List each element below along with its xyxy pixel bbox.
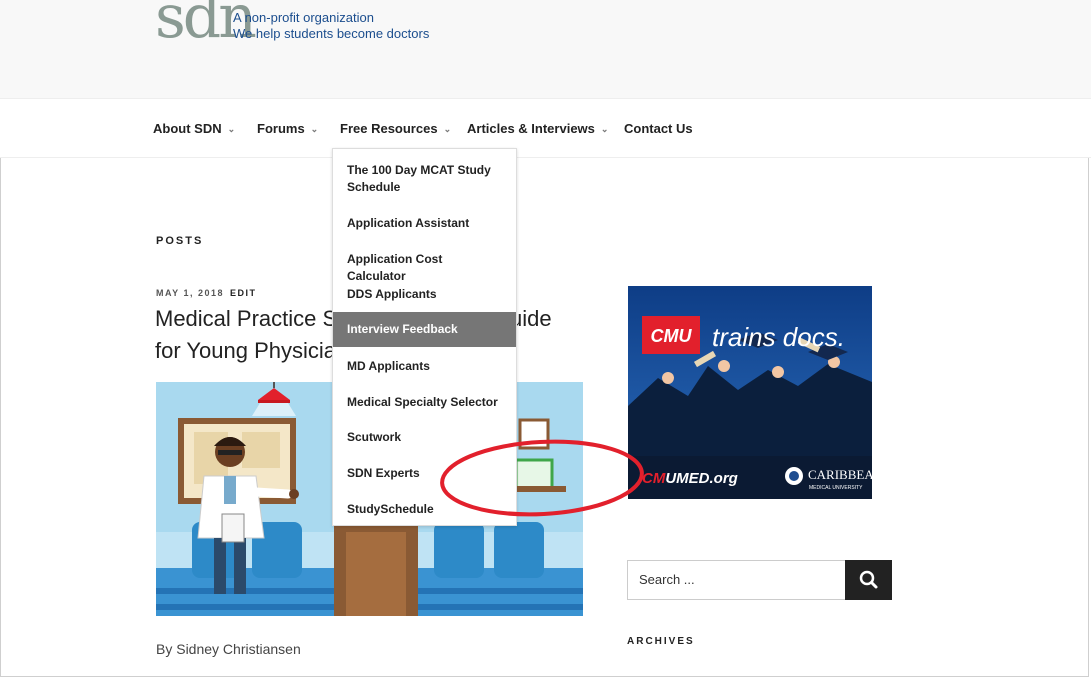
nav-label: Articles & Interviews [467, 121, 595, 136]
search-input[interactable]: Search ... [639, 572, 695, 587]
nav-item-about-sdn[interactable]: About SDN ⌄ [153, 121, 235, 136]
nav-item-contact-us[interactable]: Contact Us [624, 121, 693, 136]
search-icon [859, 570, 878, 589]
tagline-line-1: A non-profit organization [233, 10, 374, 25]
dropdown-item-md-applicants[interactable]: MD Applicants [333, 358, 516, 375]
nav-item-forums[interactable]: Forums ⌄ [257, 121, 318, 136]
post-date[interactable]: MAY 1, 2018 [156, 288, 224, 298]
dropdown-item-medical-specialty-selector[interactable]: Medical Specialty Selector [333, 394, 516, 411]
free-resources-dropdown: The 100 Day MCAT Study Schedule Applicat… [332, 148, 517, 526]
section-label-posts: POSTS [156, 235, 204, 247]
ad-badge-text: CMU [651, 326, 693, 346]
ad-slogan-text: trains docs. [712, 322, 845, 352]
dropdown-item-application-assistant[interactable]: Application Assistant [333, 215, 516, 232]
ad-brand-text: CARIBBEAN [808, 467, 872, 482]
nav-label: Forums [257, 121, 305, 136]
post-title-segment: Medical Practice S [155, 306, 338, 331]
nav-label: Free Resources [340, 121, 438, 136]
dropdown-item-mcat-study-schedule[interactable]: The 100 Day MCAT Study Schedule [333, 162, 516, 196]
nav-label: About SDN [153, 121, 222, 136]
ad-url-text: CMUMED.org [642, 470, 738, 487]
dropdown-item-dds-applicants[interactable]: DDS Applicants [333, 286, 516, 303]
chevron-down-icon: ⌄ [443, 124, 452, 134]
nav-item-free-resources[interactable]: Free Resources ⌄ [340, 121, 451, 136]
dropdown-item-application-cost-calculator[interactable]: Application Cost Calculator [333, 251, 516, 285]
chevron-down-icon: ⌄ [310, 124, 319, 134]
site-tagline: A non-profit organization We help studen… [233, 10, 429, 42]
chevron-down-icon: ⌄ [227, 124, 236, 134]
main-navigation: About SDN ⌄ Forums ⌄ Free Resources ⌄ Artic… [0, 99, 1091, 158]
nav-item-articles-interviews[interactable]: Articles & Interviews ⌄ [467, 121, 608, 136]
post-edit-link[interactable]: EDIT [230, 288, 257, 298]
post-meta: MAY 1, 2018 EDIT [156, 288, 257, 298]
tagline-line-2: We help students become doctors [233, 26, 430, 41]
site-logo[interactable]: sdn A non-profit organization We help st… [155, 0, 475, 60]
ad-brand-subtext: MEDICAL UNIVERSITY [809, 485, 863, 491]
nav-label: Contact Us [624, 121, 693, 136]
search-form: Search ... [627, 560, 892, 600]
sidebar-ad-banner[interactable]: CMU trains docs. CMUMED.org CARIBBEAN ME… [628, 286, 872, 499]
dropdown-item-studyschedule[interactable]: StudySchedule [333, 501, 516, 518]
post-byline: By Sidney Christiansen [156, 641, 301, 657]
dropdown-item-interview-feedback[interactable]: Interview Feedback [333, 312, 516, 347]
dropdown-item-sdn-experts[interactable]: SDN Experts [333, 465, 516, 482]
search-button[interactable] [845, 560, 892, 600]
chevron-down-icon: ⌄ [600, 124, 609, 134]
site-header: sdn A non-profit organization We help st… [0, 0, 1091, 99]
dropdown-item-scutwork[interactable]: Scutwork [333, 429, 516, 446]
sidebar-archives-heading: ARCHIVES [627, 636, 695, 647]
